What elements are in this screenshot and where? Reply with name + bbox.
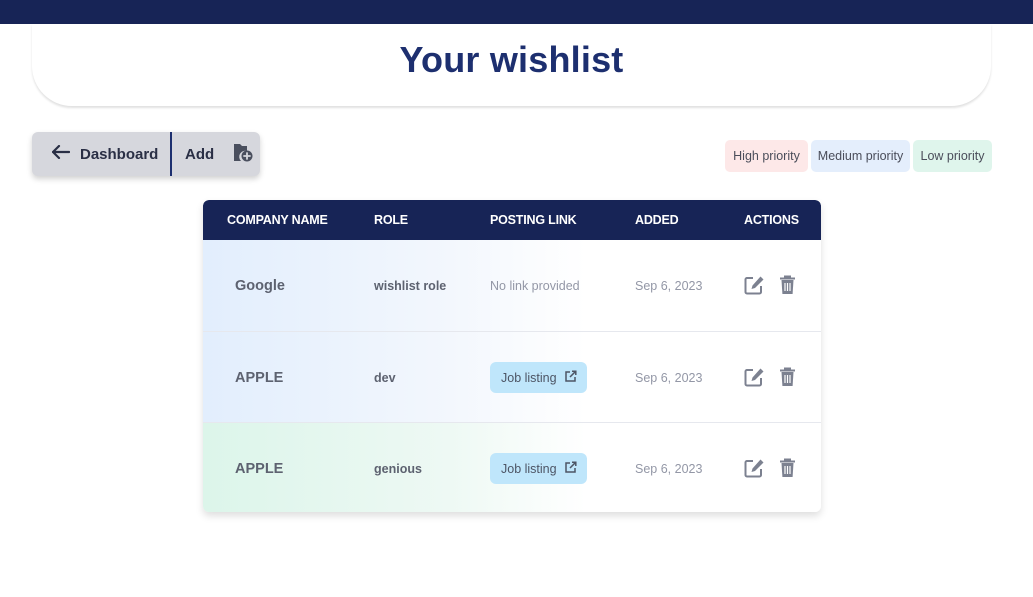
job-listing-label: Job listing: [501, 370, 557, 385]
external-link-icon: [564, 369, 577, 386]
column-header-company: COMPANY NAME: [227, 213, 328, 227]
edit-icon[interactable]: [744, 275, 765, 300]
legend-low-priority: Low priority: [913, 140, 992, 172]
role: dev: [374, 371, 396, 385]
dashboard-button[interactable]: Dashboard: [32, 132, 172, 176]
job-listing-link[interactable]: Job listing: [490, 453, 587, 484]
no-link-text: No link provided: [490, 279, 580, 293]
toolbar-button-group: Dashboard Add: [32, 132, 260, 176]
edit-icon[interactable]: [744, 458, 765, 483]
column-header-role: ROLE: [374, 213, 408, 227]
column-header-posting-link: POSTING LINK: [490, 213, 577, 227]
date-added: Sep 6, 2023: [635, 371, 703, 385]
external-link-icon: [564, 460, 577, 477]
dashboard-button-label: Dashboard: [80, 145, 159, 163]
company-name: APPLE: [235, 370, 284, 386]
top-nav-bar: [0, 0, 1033, 24]
job-listing-label: Job listing: [501, 461, 557, 476]
company-name: Google: [235, 278, 285, 294]
table-header: COMPANY NAME ROLE POSTING LINK ADDED ACT…: [203, 200, 821, 240]
date-added: Sep 6, 2023: [635, 279, 703, 293]
add-button-label: Add: [185, 145, 215, 163]
title-card: Your wishlist: [32, 24, 991, 106]
trash-icon[interactable]: [779, 458, 796, 483]
folder-plus-icon: [232, 141, 254, 167]
legend-medium-priority: Medium priority: [811, 140, 910, 172]
table-row: APPLE genious Job listing Sep 6, 2023: [203, 422, 821, 512]
role: genious: [374, 462, 422, 476]
role: wishlist role: [374, 279, 447, 293]
trash-icon[interactable]: [779, 367, 796, 392]
add-button[interactable]: Add: [172, 132, 260, 176]
company-name: APPLE: [235, 461, 284, 477]
trash-icon[interactable]: [779, 275, 796, 300]
column-header-actions: ACTIONS: [744, 213, 799, 227]
edit-icon[interactable]: [744, 367, 765, 392]
date-added: Sep 6, 2023: [635, 462, 703, 476]
legend-high-priority: High priority: [725, 140, 808, 172]
job-listing-link[interactable]: Job listing: [490, 362, 587, 393]
arrow-left-icon: [51, 144, 71, 163]
wishlist-table: COMPANY NAME ROLE POSTING LINK ADDED ACT…: [203, 200, 821, 512]
table-row: APPLE dev Job listing Sep 6, 2023: [203, 331, 821, 422]
page-title: Your wishlist: [399, 39, 624, 80]
table-row: Google wishlist role No link provided Se…: [203, 240, 821, 331]
column-header-added: ADDED: [635, 213, 679, 227]
